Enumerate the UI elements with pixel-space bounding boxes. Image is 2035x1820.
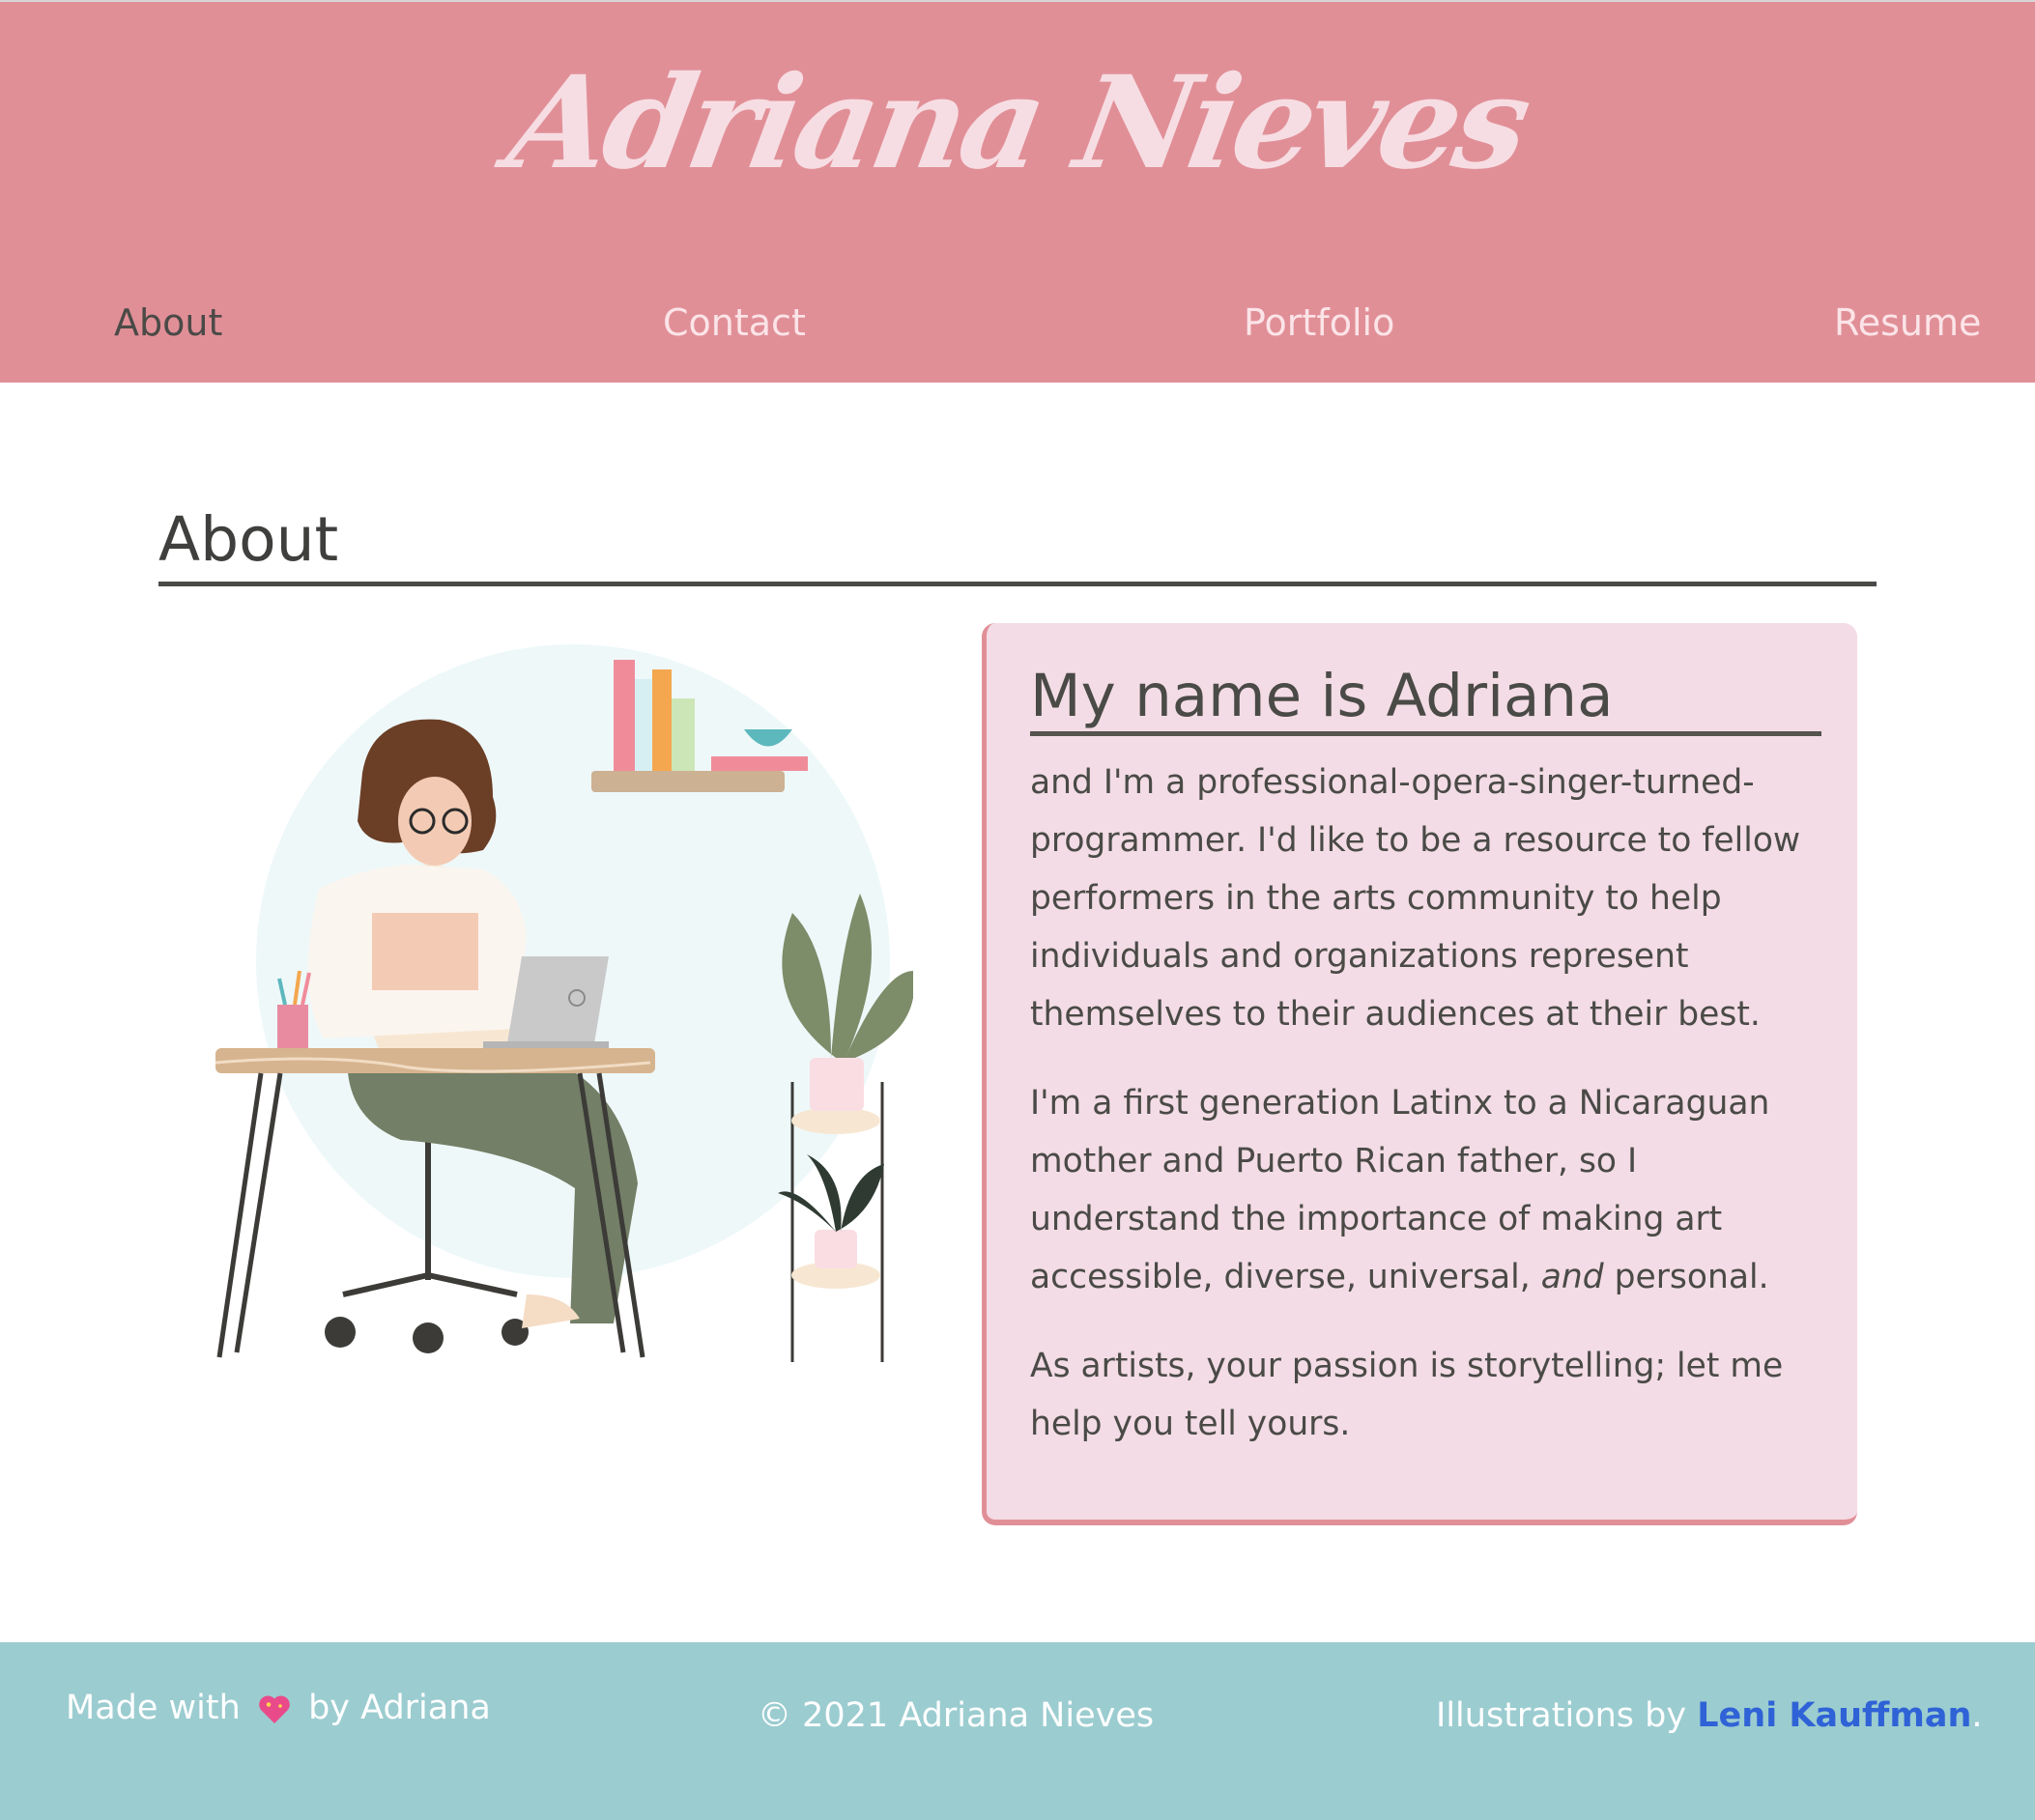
site-footer: Made with by Adriana © 2021 Adriana Niev… [0,1642,2035,1820]
card-body: and I'm a professional-opera-singer-turn… [1030,754,1832,1484]
about-heading: About [158,504,339,575]
nav-portfolio[interactable]: Portfolio [1244,301,1394,344]
emphasis-text: and [1540,1258,1604,1296]
credit-prefix: Illustrations by [1436,1696,1687,1735]
illustration-credit: Illustrations by Leni Kauffman. [1436,1696,1983,1735]
card-title-divider [1030,731,1821,736]
copyright: © 2021 Adriana Nieves [758,1696,1155,1735]
nav-contact[interactable]: Contact [663,301,806,344]
nav-resume[interactable]: Resume [1834,301,1981,344]
leni-kauffman-link[interactable]: Leni Kauffman [1697,1696,1971,1735]
closing-paragraph: As artists, your passion is storytelling… [1030,1347,1784,1443]
nav-about[interactable]: About [114,301,222,344]
credit-end: . [1971,1696,1983,1735]
about-card: My name is Adriana and I'm a professiona… [982,623,1857,1525]
made-with-text: Made with by Adriana [66,1689,491,1727]
made-with-prefix: Made with [66,1689,241,1727]
card-title: My name is Adriana [1030,662,1614,730]
heritage-paragraph: I'm a first generation Latinx to a Nicar… [1030,1074,1832,1306]
site-logo[interactable]: Adriana Nieves [0,48,2035,198]
about-heading-divider [158,582,1877,586]
site-header: Adriana Nieves About Contact Portfolio R… [0,0,2035,383]
woman-at-desk-illustration [215,644,913,1362]
sparkling-heart-icon [259,1695,290,1723]
intro-paragraph: and I'm a professional-opera-singer-turn… [1030,763,1801,1034]
made-with-suffix: by Adriana [308,1689,491,1727]
heritage-end: personal. [1603,1258,1769,1296]
